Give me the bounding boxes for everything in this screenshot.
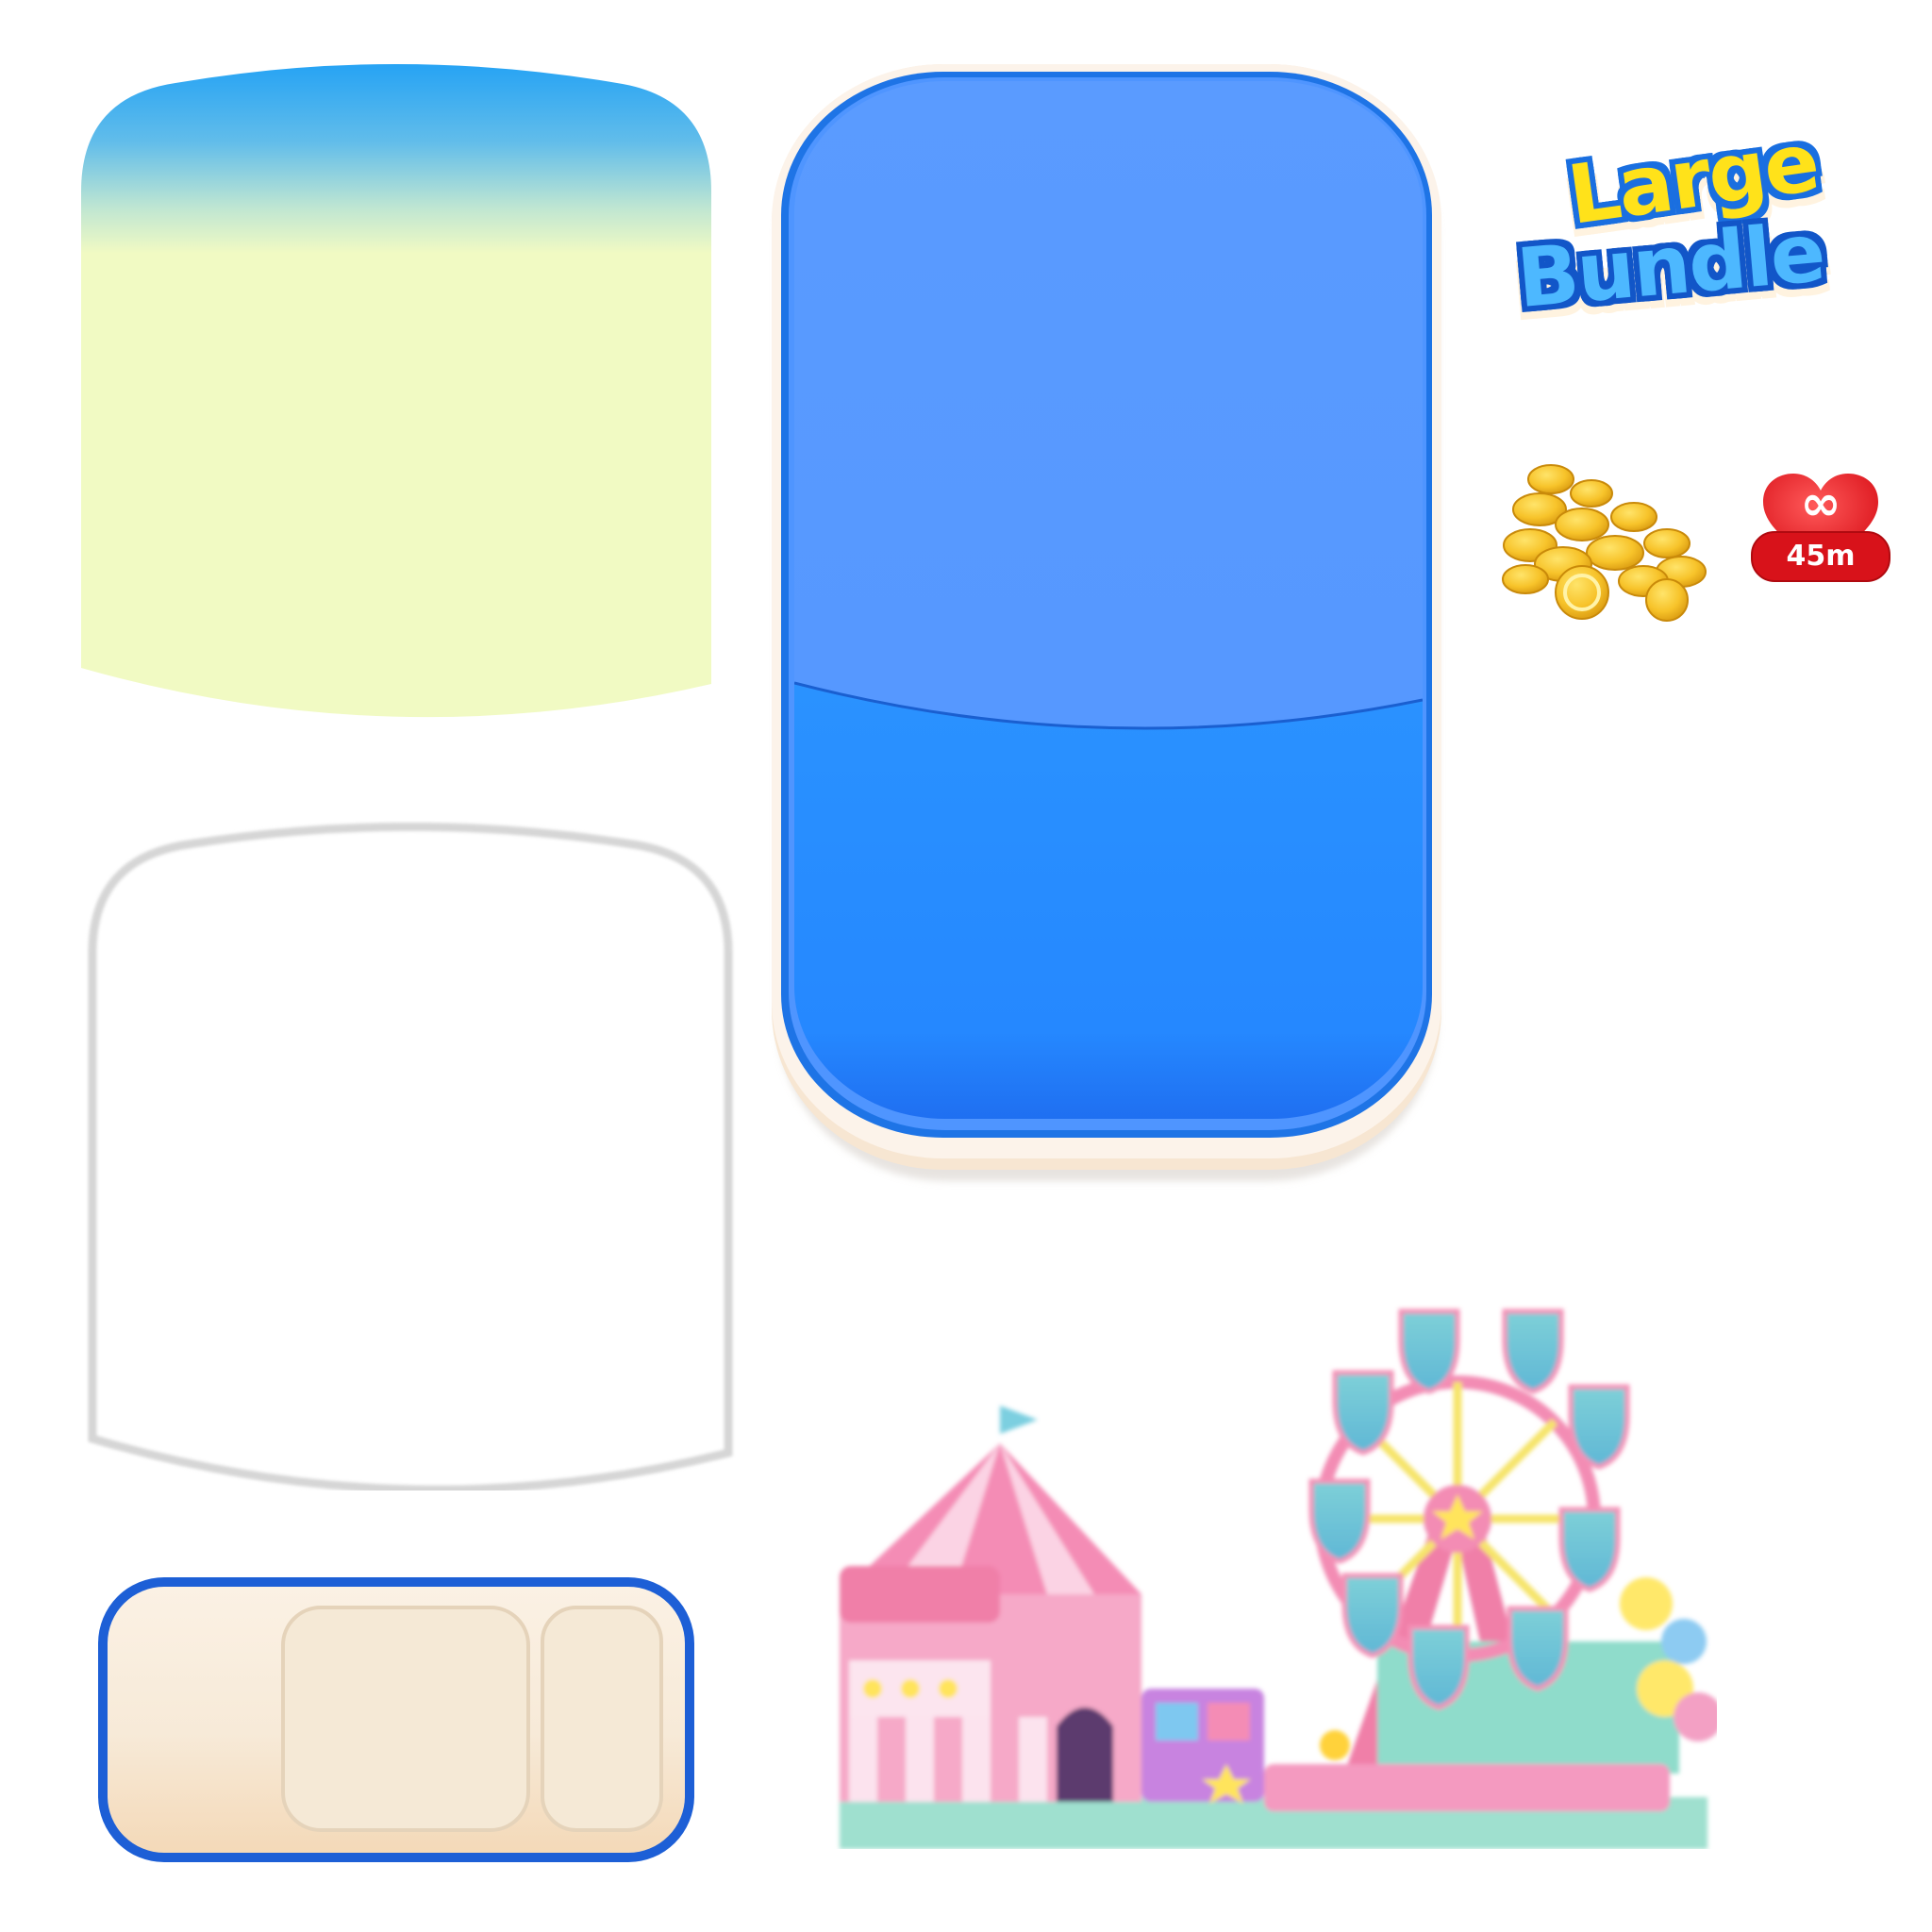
title-logo: Large Bundle [1509,115,1877,349]
title-logo-bundle: Bundle [1513,206,1828,326]
item-slot-bar [98,1577,694,1862]
coin-pile-icon [1502,464,1707,622]
lives-infinite-symbol: ∞ [1800,475,1841,532]
lives-badge: ∞ 45m [1750,470,1891,587]
lives-timer: 45m [1786,540,1856,573]
item-slot-large[interactable] [281,1606,530,1832]
outline-panel [88,823,733,1491]
gradient-panel [81,64,711,718]
item-slot-small[interactable] [541,1606,663,1832]
blue-card-panel [772,64,1441,1181]
amusement-park-scene [840,1308,1717,1849]
